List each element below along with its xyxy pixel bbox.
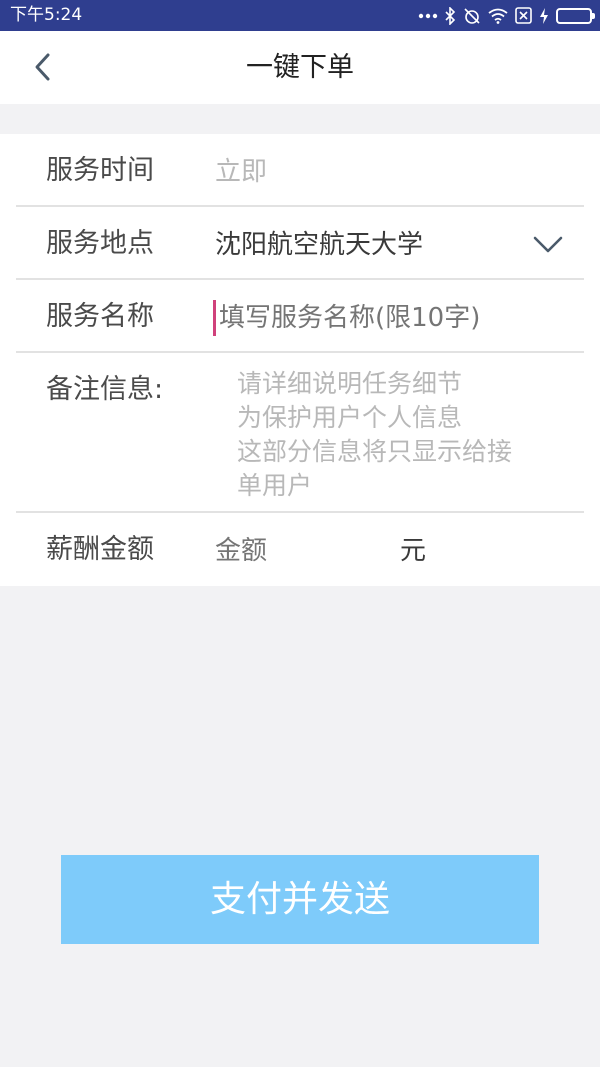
notes-row: 备注信息: 请详细说明任务细节 为保护用户个人信息 这部分信息将只显示给接 单用…: [16, 353, 584, 513]
order-form: 服务时间 立即 服务地点 沈阳航空航天大学 服务名称 备注信息: 请详细说明任务…: [0, 134, 600, 586]
wifi-icon: [488, 4, 508, 27]
bluetooth-icon: [445, 4, 456, 27]
status-time: 下午5:24: [10, 5, 83, 25]
service-location-value[interactable]: 沈阳航空航天大学: [215, 229, 423, 261]
battery-level: [556, 7, 595, 24]
page-title: 一键下单: [246, 52, 354, 83]
service-name-label: 服务名称: [46, 301, 154, 332]
notes-placeholder-line: 这部分信息将只显示给接: [237, 437, 513, 466]
pay-and-send-button[interactable]: 支付并发送: [61, 855, 539, 944]
status-bar: 下午5:24: [0, 0, 600, 31]
notes-placeholder-line: 为保护用户个人信息: [237, 403, 463, 432]
notes-placeholder-line: 单用户: [237, 471, 313, 500]
service-name-input[interactable]: [219, 302, 549, 334]
service-location-row[interactable]: 服务地点 沈阳航空航天大学: [16, 207, 584, 280]
text-cursor: [213, 300, 216, 336]
more-dots-icon: [418, 4, 438, 27]
currency-unit: 元: [400, 536, 427, 566]
notes-input[interactable]: 请详细说明任务细节 为保护用户个人信息 这部分信息将只显示给接 单用户: [237, 367, 567, 503]
no-sim-icon: [515, 4, 532, 27]
app-header: 一键下单: [0, 31, 600, 104]
payment-amount-input[interactable]: [215, 535, 385, 567]
service-time-value[interactable]: 立即: [215, 156, 267, 188]
charging-icon: [539, 4, 549, 27]
chevron-down-icon[interactable]: [530, 229, 566, 259]
notes-label: 备注信息:: [46, 374, 164, 405]
status-icons: [418, 4, 595, 27]
payment-label: 薪酬金额: [46, 534, 154, 565]
notes-placeholder-line: 请详细说明任务细节: [237, 369, 463, 398]
service-location-label: 服务地点: [46, 228, 154, 259]
alarm-off-icon: [463, 4, 481, 27]
service-time-label: 服务时间: [46, 155, 154, 186]
service-name-row: 服务名称: [16, 280, 584, 353]
battery-icon: [556, 4, 595, 27]
service-time-row[interactable]: 服务时间 立即: [16, 134, 584, 207]
payment-row: 薪酬金额 元: [16, 513, 584, 586]
